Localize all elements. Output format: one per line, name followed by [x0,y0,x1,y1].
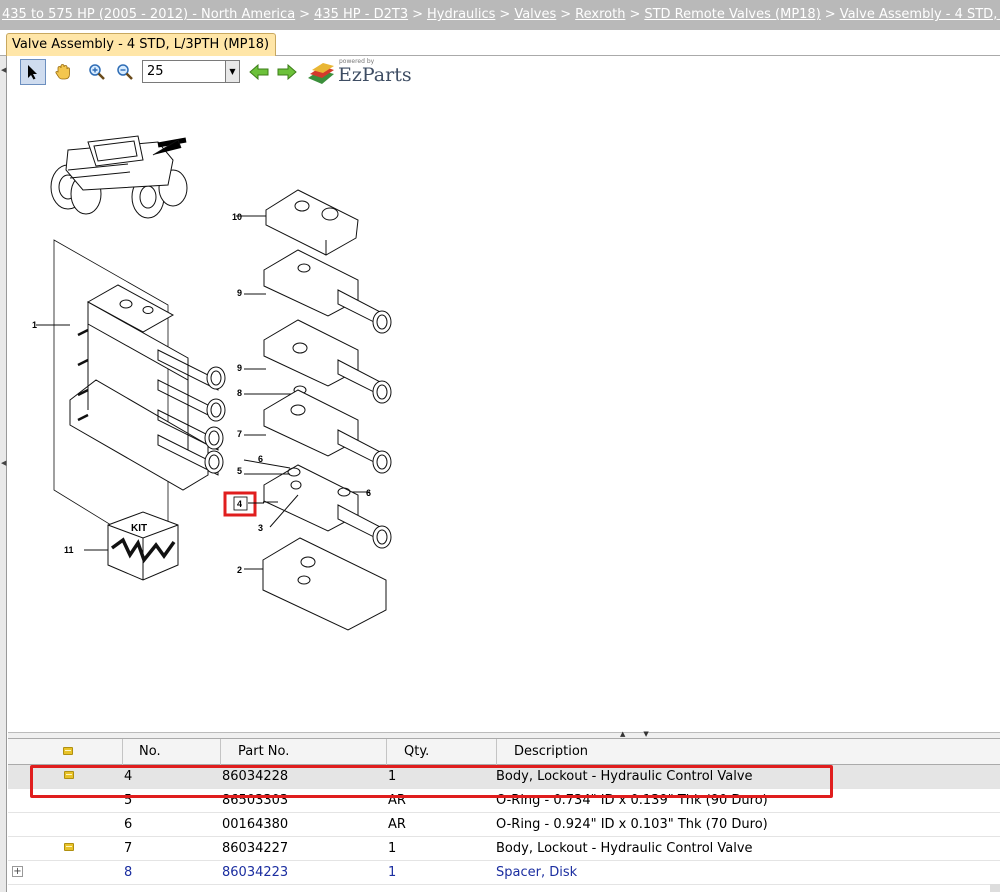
column-header-description[interactable]: Description [496,739,1000,765]
callout-7[interactable]: 7 [237,429,242,439]
zoom-out-icon[interactable] [112,59,138,85]
cell-qty: 1 [388,841,397,856]
cell-description-link[interactable]: Spacer, Disk [496,865,577,880]
cell-part-no: 00164380 [222,817,289,832]
breadcrumb: 435 to 575 HP (2005 - 2012) - North Amer… [0,0,1000,30]
scrollbar-corner [990,884,1000,892]
breadcrumb-separator: > [412,7,423,22]
collapse-arrow-icon[interactable]: ◀ [1,66,6,74]
table-row[interactable]: + 8 86034223 1 Spacer, Disk [8,861,1000,885]
valve-section-part [244,389,392,474]
table-row[interactable]: 7 86034227 1 Body, Lockout - Hydraulic C… [8,837,1000,861]
zoom-level-select[interactable]: 25 ▼ [142,60,240,83]
column-header-note[interactable] [8,739,122,765]
callout-2[interactable]: 2 [237,565,242,575]
breadcrumb-link-model[interactable]: 435 HP - D2T3 [314,7,408,22]
callout-10[interactable]: 10 [232,212,242,222]
valve-stack-assembly [36,239,226,561]
breadcrumb-separator: > [499,7,511,22]
breadcrumb-separator: > [629,7,641,22]
callout-1[interactable]: 1 [32,320,37,330]
parts-table: No. Part No. Qty. Description 4 86034228… [8,738,1000,885]
note-icon [63,747,73,755]
cell-part-no-link[interactable]: 86034223 [222,865,288,880]
selected-row-highlight [30,765,833,798]
breadcrumb-link-valve-assembly[interactable]: Valve Assembly - 4 STD, L/3PTH (MP18) [840,7,1000,22]
callout-8[interactable]: 8 [237,388,242,398]
breadcrumb-link-rexroth[interactable]: Rexroth [575,7,625,22]
collapse-arrow-icon[interactable]: ◀ [1,459,6,467]
tab-strip: Valve Assembly - 4 STD, L/3PTH (MP18) [0,30,1000,56]
viewer-toolbar: 25 ▼ powered by EzParts [8,57,428,87]
note-icon[interactable] [64,843,74,851]
callout-9[interactable]: 9 [237,288,242,298]
lockout-body-part [243,459,392,549]
zoom-level-value: 25 [147,64,164,79]
breadcrumb-link-remote-valves[interactable]: STD Remote Valves (MP18) [644,7,820,22]
callout-6[interactable]: 6 [366,488,371,498]
select-arrow-icon[interactable] [20,59,46,85]
cell-description: O-Ring - 0.924" ID x 0.103" Thk (70 Duro… [496,817,768,832]
callout-4[interactable]: 4 [237,499,242,509]
breadcrumb-link-hydraulics[interactable]: Hydraulics [427,7,495,22]
left-collapse-edge[interactable]: ◀ ◀ [0,56,7,892]
cell-qty: 1 [388,865,397,880]
cell-no-link[interactable]: 8 [124,865,132,880]
forward-arrow-icon[interactable] [274,59,300,85]
callout-11[interactable]: 11 [64,545,74,555]
cell-no: 6 [124,817,133,832]
ezparts-logo-text: EzParts [338,64,412,86]
callout-3[interactable]: 3 [258,523,263,533]
end-plate-part [244,537,387,631]
cell-qty: AR [388,817,406,832]
parts-diagram[interactable]: 10 9 9 8 7 6 5 6 3 2 1 11 KIT 4 [8,90,998,730]
valve-section-part [244,249,392,404]
callout-6[interactable]: 6 [258,454,263,464]
breadcrumb-separator: > [299,7,311,22]
cell-description: Body, Lockout - Hydraulic Control Valve [496,841,753,856]
breadcrumb-link-series[interactable]: 435 to 575 HP (2005 - 2012) - North Amer… [2,7,295,22]
table-row[interactable]: 6 00164380 AR O-Ring - 0.924" ID x 0.103… [8,813,1000,837]
kit-label: KIT [131,523,147,534]
column-header-part-no[interactable]: Part No. [220,739,386,765]
cell-part-no: 86034227 [222,841,289,856]
ezparts-logo: powered by EzParts [306,57,416,87]
breadcrumb-separator: > [824,7,836,22]
breadcrumb-separator: > [560,7,572,22]
cell-no: 7 [124,841,133,856]
callout-9[interactable]: 9 [237,363,242,373]
table-header: No. Part No. Qty. Description [8,738,1000,765]
zoom-in-icon[interactable] [84,59,110,85]
valve-cover-part [236,189,359,256]
pan-hand-icon[interactable] [50,59,76,85]
column-header-no[interactable]: No. [122,739,220,765]
chevron-down-icon[interactable]: ▼ [225,61,239,82]
tractor-illustration [50,135,188,219]
expand-plus-icon[interactable]: + [12,866,23,877]
books-icon [308,63,334,84]
splitter-grip-icon[interactable]: ▲▼ [620,730,667,738]
back-arrow-icon[interactable] [246,59,272,85]
callout-5[interactable]: 5 [237,466,242,476]
breadcrumb-link-valves[interactable]: Valves [514,7,556,22]
column-header-qty[interactable]: Qty. [386,739,496,765]
tab-valve-assembly[interactable]: Valve Assembly - 4 STD, L/3PTH (MP18) [6,33,277,56]
